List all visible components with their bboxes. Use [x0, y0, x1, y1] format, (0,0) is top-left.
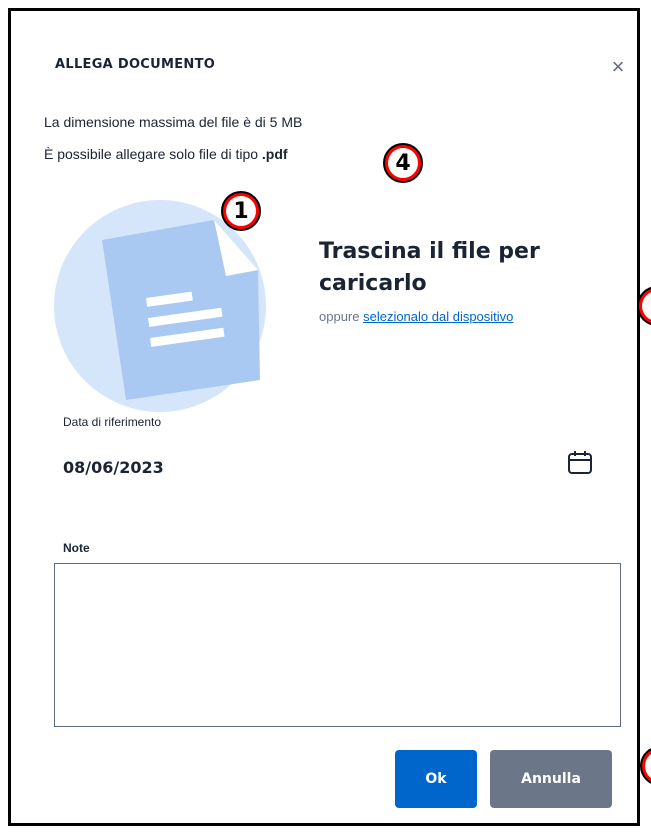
note-textarea[interactable]	[54, 563, 621, 727]
reference-date-value[interactable]: 08/06/2023	[63, 458, 164, 477]
close-icon[interactable]: ×	[607, 56, 629, 78]
annotation-badge-1: 1	[221, 191, 261, 231]
file-type-info-prefix: È possibile allegare solo file di tipo	[44, 146, 262, 162]
max-size-info: La dimensione massima del file è di 5 MB	[44, 114, 303, 130]
select-from-device-link[interactable]: selezionalo dal dispositivo	[363, 309, 513, 324]
file-type-extension: .pdf	[261, 146, 288, 162]
ok-button[interactable]: Ok	[395, 750, 477, 808]
dialog-title: ALLEGA DOCUMENTO	[55, 57, 216, 72]
reference-date-label: Data di riferimento	[63, 415, 162, 429]
drop-zone-subtitle-prefix: oppure	[319, 309, 364, 324]
calendar-icon[interactable]	[566, 448, 594, 476]
drop-zone-title: Trascina il file per caricarlo	[319, 239, 540, 296]
annotation-number: 3	[645, 751, 651, 781]
document-upload-illustration	[54, 200, 266, 412]
annotation-number: 4	[388, 148, 418, 178]
note-label: Note	[63, 541, 90, 555]
drop-zone-subtitle: oppure selezionalo dal dispositivo	[319, 309, 513, 324]
file-type-info: È possibile allegare solo file di tipo .…	[44, 146, 288, 162]
annotation-number: 1	[226, 196, 256, 226]
annotation-badge-3: 3	[640, 746, 651, 786]
annotation-badge-4: 4	[383, 143, 423, 183]
cancel-button[interactable]: Annulla	[490, 750, 612, 808]
annotation-number: 2	[642, 291, 651, 321]
